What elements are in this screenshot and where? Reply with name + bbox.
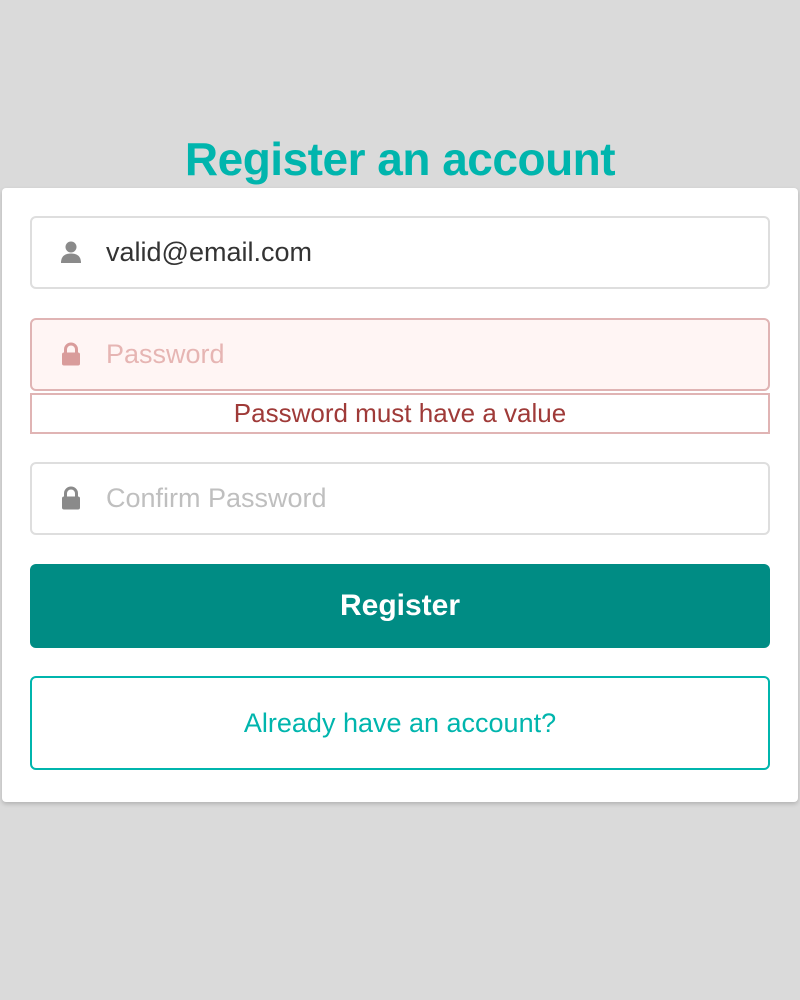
user-icon <box>60 240 82 264</box>
already-have-account-button[interactable]: Already have an account? <box>30 676 770 770</box>
lock-icon <box>60 342 82 366</box>
confirm-password-field[interactable] <box>30 462 770 535</box>
lock-icon <box>60 486 82 510</box>
password-field[interactable] <box>30 318 770 391</box>
page-title: Register an account <box>184 132 616 185</box>
password-input[interactable] <box>106 320 746 389</box>
confirm-password-input[interactable] <box>106 464 746 533</box>
password-error-message: Password must have a value <box>30 393 770 434</box>
register-form-card: Password must have a value Register Alre… <box>2 188 798 802</box>
email-input[interactable] <box>106 218 746 287</box>
register-button[interactable]: Register <box>30 564 770 648</box>
email-field[interactable] <box>30 216 770 289</box>
